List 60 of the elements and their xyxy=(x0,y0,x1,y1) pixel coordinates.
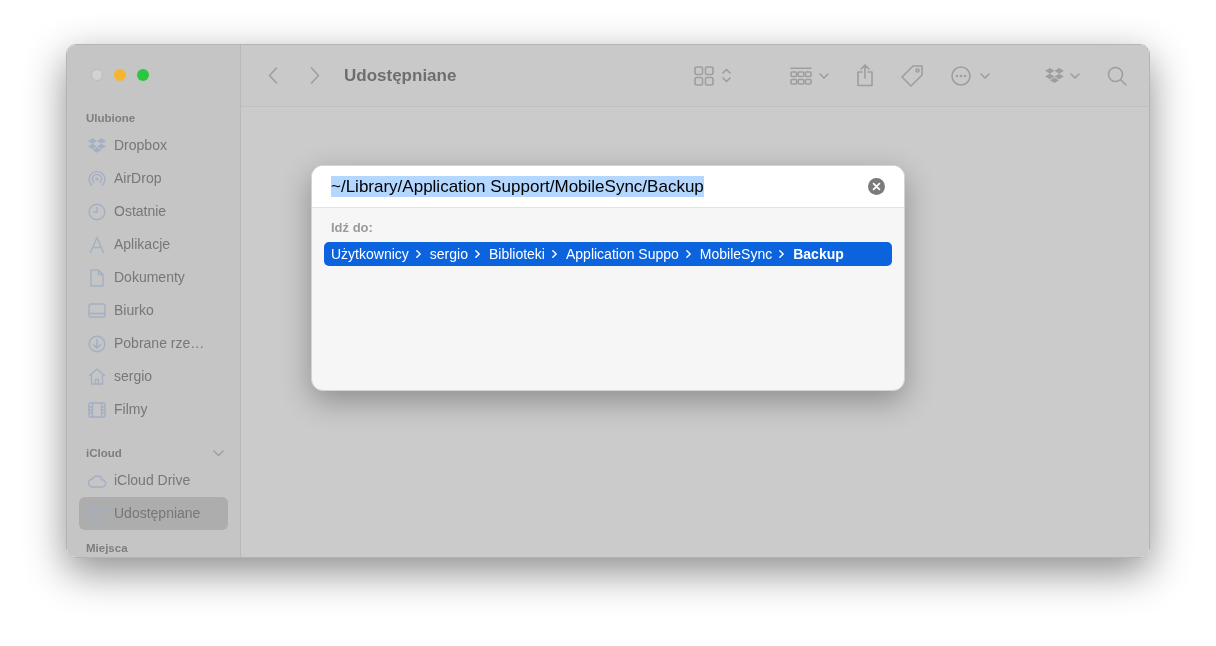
letter-a-icon xyxy=(88,235,106,254)
section-title: iCloud xyxy=(86,446,122,460)
section-label: Idź do: xyxy=(330,220,374,236)
path-field[interactable]: ~/Library/Application Support/MobileSync/Backup xyxy=(312,166,904,208)
sidebar-item[interactable]: Dropbox xyxy=(79,129,228,162)
sidebar-item[interactable]: Biurko xyxy=(79,294,228,327)
section-title: Ulubione xyxy=(86,111,136,125)
ellipsis-circle-icon xyxy=(951,65,971,86)
folder-name: Użytkownicy xyxy=(331,245,409,263)
sidebar-item[interactable]: Filmy xyxy=(79,393,228,426)
sidebar-item[interactable]: iCloud Drive xyxy=(79,464,228,497)
desktop-icon xyxy=(88,303,106,318)
chevron-right-icon xyxy=(415,250,421,258)
path-text: ~/Library/Application Support/MobileSync/Backup xyxy=(331,176,704,197)
sidebar-item[interactable]: sergio xyxy=(79,360,228,393)
share-icon[interactable] xyxy=(856,64,874,87)
clock-icon xyxy=(88,202,106,221)
path-suggestion[interactable]: Użytkownicy sergio Biblioteki Application Suppo MobileSync Backup xyxy=(324,242,892,266)
chevron-down-icon[interactable] xyxy=(213,449,224,457)
cloud-icon xyxy=(87,473,107,488)
more-button[interactable] xyxy=(951,65,990,86)
chevron-down-icon xyxy=(980,72,990,79)
download-icon xyxy=(88,334,106,353)
folder-name: Backup xyxy=(793,245,844,263)
diamond-logo-icon xyxy=(1045,68,1064,83)
search-icon[interactable] xyxy=(1107,65,1127,86)
diamond-logo-icon xyxy=(88,138,106,153)
sidebar-item[interactable]: Aplikacje xyxy=(79,228,228,261)
clear-icon[interactable] xyxy=(868,178,885,195)
folder-name: Biblioteki xyxy=(488,245,545,263)
zoom-button[interactable] xyxy=(137,69,149,81)
tag-icon[interactable] xyxy=(901,64,923,87)
view-options-button[interactable] xyxy=(694,65,731,86)
chevron-right-icon xyxy=(474,250,480,258)
document-icon xyxy=(89,268,105,287)
film-icon xyxy=(88,401,106,418)
group-button[interactable] xyxy=(790,66,829,85)
back-icon[interactable] xyxy=(268,67,278,84)
folder-name: sergio xyxy=(429,245,468,263)
sidebar-item[interactable]: Dokumenty xyxy=(79,261,228,294)
grid-view-icon xyxy=(694,65,714,86)
chevron-right-icon xyxy=(779,250,785,258)
section-title: Miejsca xyxy=(86,541,128,555)
sidebar-item[interactable]: Pobrane rze… xyxy=(79,327,228,360)
signal-arcs-icon xyxy=(88,169,106,188)
chevron-right-icon xyxy=(685,250,691,258)
chevron-down-icon xyxy=(1070,72,1080,79)
minimize-button[interactable] xyxy=(114,69,126,81)
chevron-right-icon xyxy=(551,250,557,258)
forward-icon[interactable] xyxy=(310,67,320,84)
sidebar-item[interactable]: AirDrop xyxy=(79,162,228,195)
folder-name: Application Suppo xyxy=(565,245,679,263)
folder-name: MobileSync xyxy=(699,245,773,263)
logo-menu-button[interactable] xyxy=(1045,68,1080,83)
up-down-chevron-icon xyxy=(722,68,731,83)
window-title: Udostępniane xyxy=(344,64,457,87)
home-icon xyxy=(88,368,106,385)
group-icon xyxy=(790,66,812,85)
sidebar-item[interactable]: Ostatnie xyxy=(79,195,228,228)
chevron-down-icon xyxy=(819,72,829,79)
